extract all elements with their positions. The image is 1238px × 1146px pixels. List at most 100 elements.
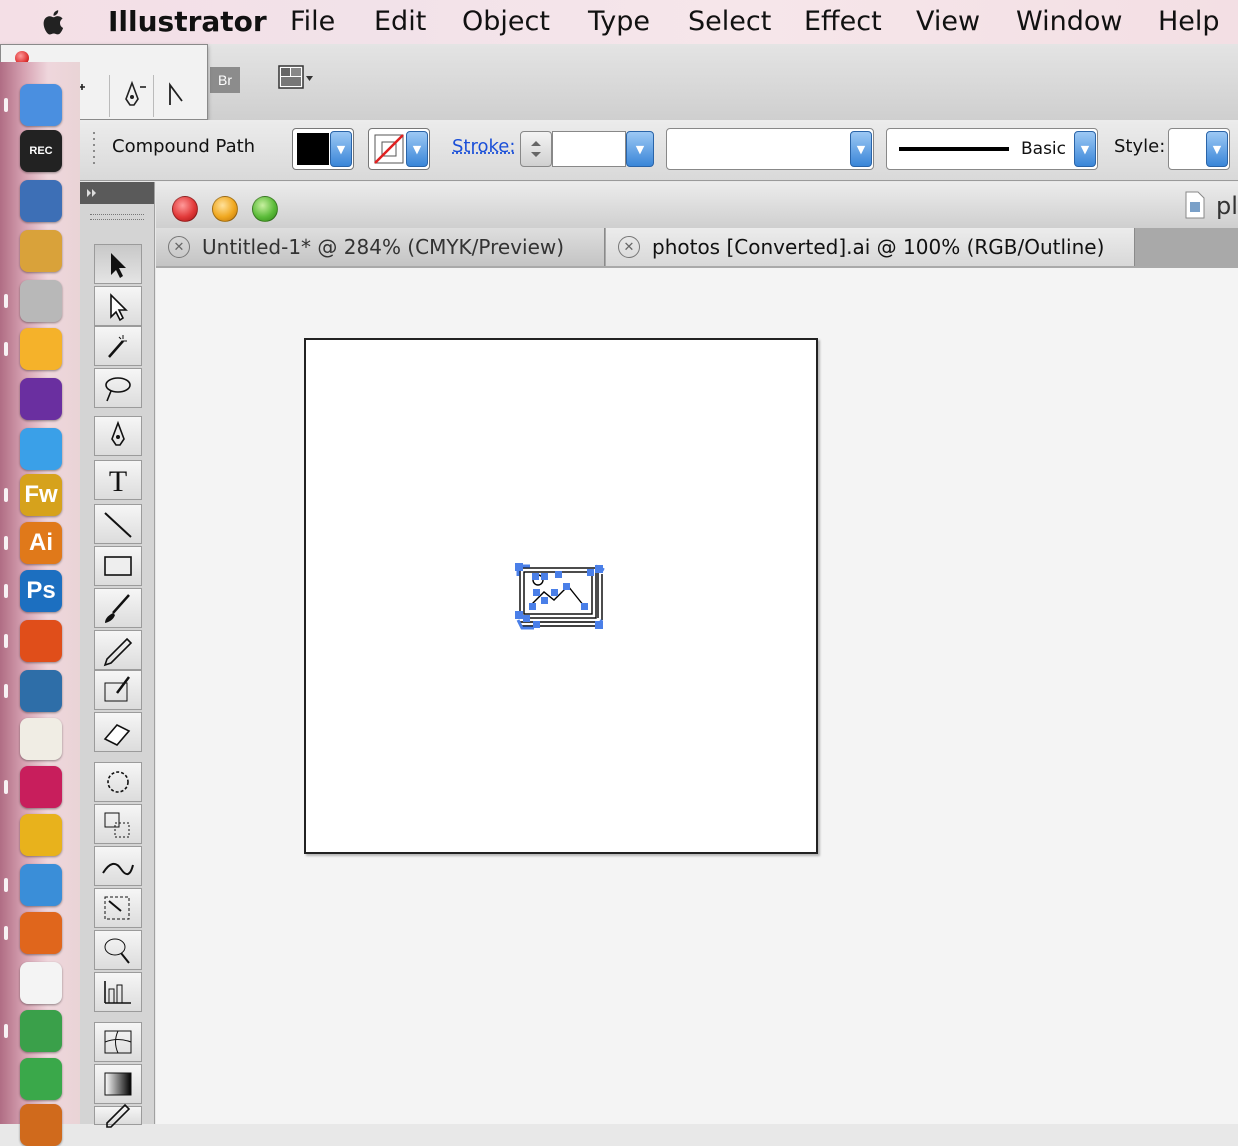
graph-tool[interactable]: [94, 972, 142, 1012]
arrange-documents-icon[interactable]: [278, 64, 314, 94]
dock-fireworks-icon[interactable]: Fw: [20, 474, 62, 516]
direct-selection-tool[interactable]: [94, 286, 142, 326]
window-title: pl: [1216, 192, 1238, 220]
dock-illustrator-icon[interactable]: Ai: [20, 522, 62, 564]
menu-window[interactable]: Window: [1016, 6, 1122, 37]
dock-opera-icon[interactable]: [20, 814, 62, 856]
menu-file[interactable]: File: [290, 6, 335, 37]
blob-brush-tool[interactable]: [94, 670, 142, 710]
pencil-tool[interactable]: [94, 630, 142, 670]
dock-safari-icon[interactable]: [20, 864, 62, 906]
control-bar-grip-icon[interactable]: [92, 130, 98, 170]
dock-app-7-icon[interactable]: [20, 378, 62, 420]
menu-view[interactable]: View: [916, 6, 980, 37]
dock-app-12-icon[interactable]: [20, 620, 62, 662]
selected-compound-path[interactable]: [512, 560, 608, 636]
dock-app-4-icon[interactable]: [20, 230, 62, 272]
close-window-button[interactable]: [172, 196, 198, 222]
graph-icon: [104, 981, 131, 1004]
fill-color-control[interactable]: ▼: [292, 128, 354, 170]
free-transform-tool[interactable]: [94, 888, 142, 928]
profile-dropdown-arrow-icon[interactable]: ▼: [850, 131, 872, 167]
stroke-weight-stepper[interactable]: [520, 131, 552, 167]
magic-wand-tool[interactable]: [94, 326, 142, 366]
dock-app-5-icon[interactable]: [20, 280, 62, 322]
brush-dropdown-arrow-icon[interactable]: ▼: [1074, 131, 1096, 167]
dock-running-indicator: [4, 98, 8, 112]
selection-tool[interactable]: [94, 244, 142, 284]
tab-photos-converted[interactable]: ✕ photos [Converted].ai @ 100% (RGB/Outl…: [606, 228, 1135, 266]
stepper-arrows-icon: [531, 141, 541, 157]
lasso-icon: [105, 377, 131, 402]
menu-object[interactable]: Object: [462, 6, 550, 37]
dock-app-15-icon[interactable]: [20, 766, 62, 808]
line-icon: [104, 512, 132, 538]
dock-app-8-icon[interactable]: [20, 428, 62, 470]
menu-type[interactable]: Type: [588, 6, 650, 37]
type-icon: T: [109, 465, 127, 498]
style-dropdown-arrow-icon[interactable]: ▼: [1206, 131, 1228, 167]
dock-screen-recorder-icon[interactable]: REC: [20, 130, 62, 172]
graphic-style-select[interactable]: ▼: [1168, 128, 1230, 170]
magic-wand-icon: [108, 335, 127, 358]
dock-app-22-icon[interactable]: [20, 1104, 62, 1146]
line-tool[interactable]: [94, 504, 142, 544]
convert-anchor-point-tool[interactable]: [153, 75, 198, 117]
dock-launchpad-icon[interactable]: [20, 962, 62, 1004]
mesh-tool[interactable]: [94, 1022, 142, 1062]
stroke-weight-dropdown-icon[interactable]: ▼: [626, 131, 654, 167]
eyedropper-icon: [106, 1103, 131, 1128]
menu-effect[interactable]: Effect: [804, 6, 882, 37]
dock-chrome-icon[interactable]: [20, 1010, 62, 1052]
tab-untitled-1[interactable]: ✕ Untitled-1* @ 284% (CMYK/Preview): [156, 228, 605, 266]
menu-edit[interactable]: Edit: [374, 6, 426, 37]
bridge-button[interactable]: Br: [210, 67, 240, 93]
pen-tool[interactable]: [94, 416, 142, 456]
stroke-panel-link[interactable]: Stroke:: [452, 136, 515, 157]
menu-help[interactable]: Help: [1158, 6, 1220, 37]
menu-bar: Illustrator File Edit Object Type Select…: [0, 0, 1238, 45]
brush-name: Basic: [1021, 139, 1067, 159]
close-tab-icon[interactable]: ✕: [618, 236, 640, 258]
minimize-window-button[interactable]: [212, 196, 238, 222]
expand-panel-icon[interactable]: [80, 182, 100, 204]
dock-running-indicator: [4, 342, 8, 356]
type-tool[interactable]: T: [94, 460, 142, 500]
stroke-weight-input[interactable]: [552, 131, 626, 167]
dock-photoshop-icon[interactable]: Ps: [20, 570, 62, 612]
dock-running-indicator: [4, 684, 8, 698]
dock-sketch-icon[interactable]: [20, 328, 62, 370]
lasso-tool[interactable]: [94, 368, 142, 408]
stroke-color-control[interactable]: ▼: [368, 128, 430, 170]
tools-grip[interactable]: [90, 214, 144, 220]
menu-select[interactable]: Select: [688, 6, 771, 37]
svg-text:T: T: [109, 465, 127, 498]
tools-panel-header[interactable]: [80, 182, 154, 204]
dock-running-indicator: [4, 488, 8, 502]
eyedropper-tool[interactable]: [94, 1103, 142, 1128]
rotate-tool[interactable]: [94, 762, 142, 802]
scale-tool[interactable]: [94, 804, 142, 844]
zoom-window-button[interactable]: [252, 196, 278, 222]
dock-xcode-icon[interactable]: [20, 670, 62, 712]
dock-running-indicator: [4, 878, 8, 892]
fill-dropdown-arrow-icon[interactable]: ▼: [330, 131, 352, 167]
dock-firefox-icon[interactable]: [20, 912, 62, 954]
close-tab-icon[interactable]: ✕: [168, 236, 190, 258]
symbol-sprayer-tool[interactable]: [94, 930, 142, 970]
stroke-dropdown-arrow-icon[interactable]: ▼: [406, 131, 428, 167]
dock-evernote-icon[interactable]: [20, 1058, 62, 1100]
apple-icon[interactable]: [38, 6, 70, 38]
delete-anchor-point-tool[interactable]: [109, 75, 154, 117]
dock-finder-icon[interactable]: [20, 84, 62, 126]
dock-app-3-icon[interactable]: [20, 180, 62, 222]
fill-swatch: [297, 133, 329, 165]
dock-textedit-icon[interactable]: [20, 718, 62, 760]
variable-width-profile-select[interactable]: ▼: [666, 128, 874, 170]
brush-definition-select[interactable]: Basic ▼: [886, 128, 1098, 170]
rectangle-tool[interactable]: [94, 546, 142, 586]
warp-tool[interactable]: [94, 846, 142, 886]
menu-app-name[interactable]: Illustrator: [108, 5, 267, 38]
eraser-tool[interactable]: [94, 712, 142, 752]
paintbrush-tool[interactable]: [94, 588, 142, 628]
